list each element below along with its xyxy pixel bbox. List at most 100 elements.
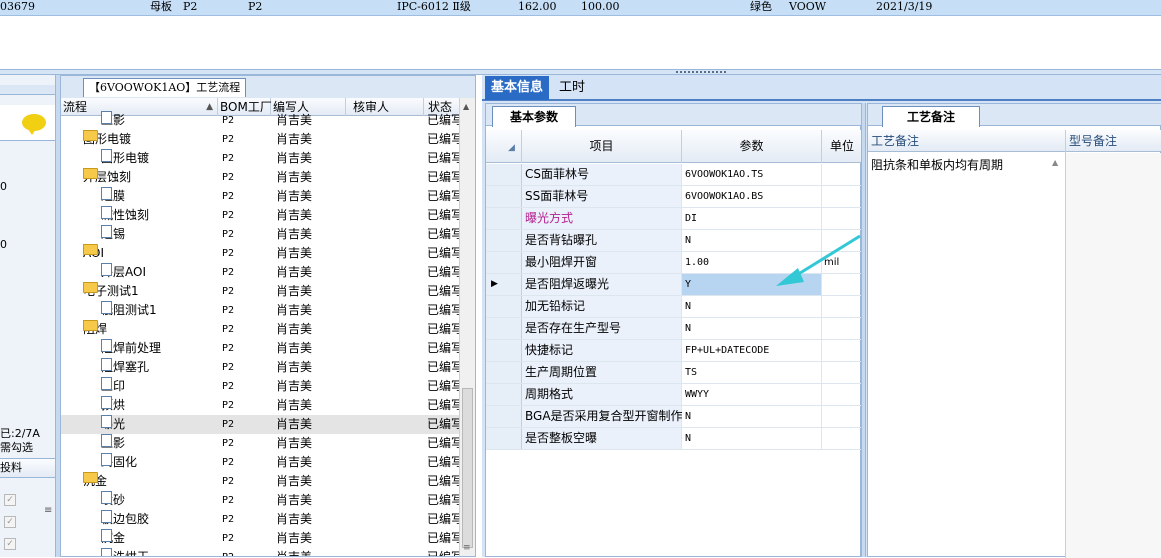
param-value[interactable]: TS [682,362,822,383]
status: 已编写 [427,265,461,279]
tree-folder-row[interactable]: − 沉金 P2 肖吉美 已编写 [61,472,461,491]
row-selector[interactable] [486,362,522,383]
tree-node: − 阻焊 [83,320,107,339]
author: 肖吉美 [276,284,313,298]
row-selector[interactable] [486,406,522,427]
param-row[interactable]: 快捷标记 FP+UL+DATECODE [486,340,862,362]
tree-step-row[interactable]: 板边包胶 P2 肖吉美 已编写 [61,510,461,529]
order-summary-row[interactable]: 03679 母板 P2 P2 IPC-6012 Ⅱ级 162.00 100.00… [0,0,1161,16]
tree-node: 终固化 [101,453,137,472]
model-notes-text[interactable] [1066,153,1161,558]
row-selector[interactable] [486,318,522,339]
tree-step-row[interactable]: 预烘 P2 肖吉美 已编写 [61,396,461,415]
author: 肖吉美 [276,170,313,184]
param-value[interactable]: N [682,406,822,427]
tree-step-row[interactable]: 曝光 P2 肖吉美 已编写 [61,415,461,434]
param-value[interactable]: WWYY [682,384,822,405]
row-selector[interactable] [486,340,522,361]
param-value[interactable]: FP+UL+DATECODE [682,340,822,361]
tree-step-row[interactable]: 退锡 P2 肖吉美 已编写 [61,225,461,244]
tab-process-flow[interactable]: 【6VOOWOK1AO】工艺流程 [83,78,247,97]
tree-folder-row[interactable]: − 电子测试1 P2 肖吉美 已编写 [61,282,461,301]
feed-checkbox-3[interactable]: ✓ [4,535,16,550]
param-row[interactable]: CS面菲林号 6VOOWOK1AO.TS [486,164,862,186]
param-row[interactable]: BGA是否采用复合型开窗制作 N [486,406,862,428]
row-selector[interactable] [486,230,522,251]
tree-step-row[interactable]: 碱性蚀刻 P2 肖吉美 已编写 [61,206,461,225]
tree-step-row[interactable]: 显影 P2 肖吉美 已编写 [61,434,461,453]
author: 肖吉美 [276,436,313,450]
param-row[interactable]: 曝光方式 DI [486,208,862,230]
row-selector[interactable] [486,186,522,207]
param-row[interactable]: 是否整板空曝 N [486,428,862,450]
tree-step-row[interactable]: 终固化 P2 肖吉美 已编写 [61,453,461,472]
param-row[interactable]: 周期格式 WWYY [486,384,862,406]
splitter-grip-icon[interactable] [676,71,726,74]
tree-step-row[interactable]: 外层AOI P2 肖吉美 已编写 [61,263,461,282]
tree-folder-row[interactable]: − AOI P2 肖吉美 已编写 [61,244,461,263]
tree-step-row[interactable]: 阻焊前处理 P2 肖吉美 已编写 [61,339,461,358]
param-row[interactable]: 加无铅标记 N [486,296,862,318]
param-item: 加无铅标记 [522,296,682,317]
param-value[interactable]: N [682,296,822,317]
tree-node: 退膜 [101,187,125,206]
param-item: SS面菲林号 [522,186,682,207]
row-selector-header[interactable]: ◢ [486,130,522,163]
tree-folder-row[interactable]: − 图形电镀 P2 肖吉美 已编写 [61,130,461,149]
param-row[interactable]: 生产周期位置 TS [486,362,862,384]
row-selector[interactable] [486,428,522,449]
middle-splitter[interactable] [861,103,866,557]
param-row[interactable]: SS面菲林号 6VOOWOK1AO.BS [486,186,862,208]
tree-step-row[interactable]: 显影 P2 肖吉美 已编写 [61,111,461,130]
tree-step-row[interactable]: 沉金 P2 肖吉美 已编写 [61,529,461,548]
tree-step-row[interactable]: 丝印 P2 肖吉美 已编写 [61,377,461,396]
tab-hours[interactable]: 工时 [552,76,592,100]
tree-folder-row[interactable]: − 阻焊 P2 肖吉美 已编写 [61,320,461,339]
tab-basic-params[interactable]: 基本参数 [492,106,576,127]
param-value[interactable]: 6VOOWOK1AO.TS [682,164,822,185]
scroll-up-icon[interactable]: ▲ [1052,158,1058,167]
row-selector[interactable] [486,208,522,229]
param-value[interactable]: N [682,318,822,339]
param-value[interactable]: 6VOOWOK1AO.BS [682,186,822,207]
col-param[interactable]: 参数 [682,130,822,163]
tree-step-row[interactable]: 阻焊塞孔 P2 肖吉美 已编写 [61,358,461,377]
param-value[interactable]: DI [682,208,822,229]
row-selector[interactable] [486,296,522,317]
tab-process-notes[interactable]: 工艺备注 [882,106,980,127]
tree-step-row[interactable]: 水洗烘干 P2 肖吉美 已编写 [61,548,461,556]
feed-column-header[interactable]: 投料 [0,458,55,478]
param-value[interactable]: N [682,428,822,449]
col-item[interactable]: 项目 [522,130,682,163]
row-selector[interactable] [486,384,522,405]
bom-factory: P2 [222,548,234,556]
document-icon [101,434,112,447]
param-item: 周期格式 [522,384,682,405]
model-notes-header: 型号备注 [1066,130,1161,152]
status: 已编写 [427,493,461,507]
tree-step-row[interactable]: 退膜 P2 肖吉美 已编写 [61,187,461,206]
row-selector[interactable] [486,252,522,273]
tree-step-row[interactable]: 图形电镀 P2 肖吉美 已编写 [61,149,461,168]
row-selector[interactable]: ▶ [486,274,522,295]
scroll-grip-icon[interactable]: ≡ [44,505,52,516]
status: 已编写 [427,170,461,184]
tree-step-row[interactable]: 低阻测试1 P2 肖吉美 已编写 [61,301,461,320]
feed-checkbox-1[interactable]: ✓ [4,491,16,506]
document-icon [101,187,112,200]
width-value: 100.00 [581,0,620,13]
tree-scrollbar[interactable]: ▲ ≡ [459,98,475,556]
left-value-1: 0 [0,180,7,193]
process-notes-text[interactable]: 阻抗条和单板内均有周期 [871,156,1003,173]
tree-scroll-thumb[interactable] [462,388,473,548]
col-unit[interactable]: 单位 [822,130,862,163]
scroll-up-icon[interactable]: ▲ [463,102,469,111]
tree-step-row[interactable]: 喷砂 P2 肖吉美 已编写 [61,491,461,510]
tab-basic-info[interactable]: 基本信息 [485,76,549,100]
feed-checkbox-2[interactable]: ✓ [4,513,16,528]
tree-folder-row[interactable]: − 外层蚀刻 P2 肖吉美 已编写 [61,168,461,187]
tree-node: 喷砂 [101,491,125,510]
row-selector[interactable] [486,164,522,185]
tree-node: − 外层蚀刻 [83,168,131,187]
param-row[interactable]: 是否存在生产型号 N [486,318,862,340]
